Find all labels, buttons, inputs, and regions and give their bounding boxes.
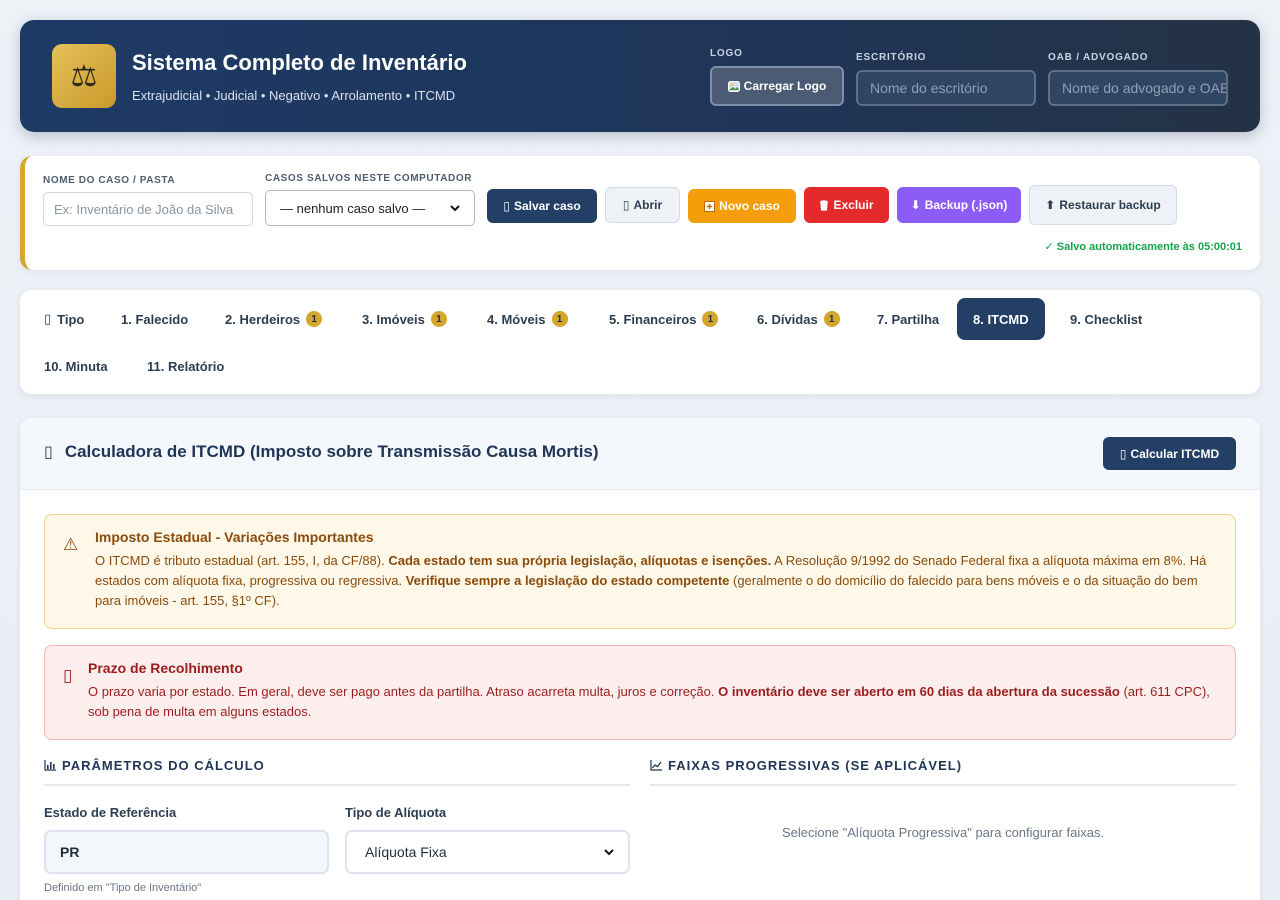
save-case-button[interactable]: ▯ Salvar caso	[487, 189, 597, 223]
logo-label: LOGO	[710, 48, 743, 59]
load-logo-label: Carregar Logo	[743, 79, 827, 93]
clock-icon: ▯	[63, 666, 73, 685]
chevron-down-icon	[450, 204, 460, 211]
chevron-down-icon	[604, 848, 614, 855]
image-icon	[727, 80, 740, 92]
calculator-icon: ▯	[44, 444, 53, 461]
panel-title: ▯ Calculadora de ITCMD (Imposto sobre Tr…	[44, 442, 599, 462]
folder-icon: ▯	[622, 198, 630, 212]
count-badge: 1	[430, 311, 447, 327]
office-input[interactable]: Nome do escritório	[856, 70, 1036, 106]
autosave-status: ✓ Salvo automaticamente às 05:00:01	[1044, 241, 1242, 253]
saved-cases-select[interactable]: — nenhum caso salvo —	[265, 190, 475, 226]
count-badge: 1	[823, 311, 840, 327]
delete-case-label: Excluir	[833, 198, 874, 212]
state-label: Estado de Referência	[44, 805, 177, 820]
count-badge: 1	[306, 311, 323, 327]
ranges-heading: FAIXAS PROGRESSIVAS (SE APLICÁVEL)	[650, 758, 1236, 786]
open-case-label: Abrir	[633, 198, 663, 212]
saved-cases-value: — nenhum caso salvo —	[280, 200, 426, 216]
tab-itcmd[interactable]: 8. ITCMD	[957, 298, 1045, 340]
tab-label: 9. Checklist	[1070, 311, 1143, 327]
new-case-button[interactable]: Novo caso	[688, 189, 796, 223]
tab-label: 1. Falecido	[121, 311, 189, 327]
office-label: ESCRITÓRIO	[856, 52, 927, 63]
load-logo-button[interactable]: Carregar Logo	[710, 66, 844, 106]
restore-backup-label: Restaurar backup	[1059, 198, 1161, 212]
tab-relatorio[interactable]: 11. Relatório	[131, 345, 240, 387]
tab-label: 7. Partilha	[877, 311, 940, 327]
delete-case-button[interactable]: Excluir	[804, 187, 889, 223]
new-case-label: Novo caso	[719, 199, 780, 213]
calculator-small-icon: ▯	[1119, 446, 1127, 461]
case-name-input[interactable]: Ex: Inventário de João da Silva	[43, 192, 253, 226]
warning-title: Imposto Estadual - Variações Importantes	[95, 529, 374, 545]
tab-label: 8. ITCMD	[973, 311, 1029, 327]
oab-label: OAB / ADVOGADO	[1048, 52, 1149, 63]
params-heading-text: PARÂMETROS DO CÁLCULO	[62, 758, 265, 773]
tab-tipo[interactable]: ▯ Tipo	[28, 298, 100, 340]
tab-label: 3. Imóveis	[362, 311, 425, 327]
warning-icon: ⚠	[63, 535, 79, 554]
rate-type-label: Tipo de Alíquota	[345, 805, 447, 820]
case-name-label: NOME DO CASO / PASTA	[43, 175, 176, 186]
tab-checklist[interactable]: 9. Checklist	[1054, 298, 1158, 340]
ranges-heading-text: FAIXAS PROGRESSIVAS (SE APLICÁVEL)	[668, 758, 963, 773]
warning-text: O ITCMD é tributo estadual (art. 155, I,…	[95, 553, 1207, 608]
panel-title-text: Calculadora de ITCMD (Imposto sobre Tran…	[64, 442, 599, 461]
calculate-label: Calcular ITCMD	[1130, 446, 1220, 461]
deadline-title: Prazo de Recolhimento	[88, 660, 243, 676]
deadline-text: O prazo varia por estado. Em geral, deve…	[88, 684, 1210, 719]
tab-partilha[interactable]: 7. Partilha	[861, 298, 955, 340]
panel-header: ▯ Calculadora de ITCMD (Imposto sobre Tr…	[20, 418, 1260, 490]
tab-falecido[interactable]: 1. Falecido	[105, 298, 204, 340]
tab-label: 5. Financeiros	[609, 311, 697, 327]
tab-label: 6. Dívidas	[757, 311, 818, 327]
restore-backup-button[interactable]: ⬆ Restaurar backup	[1029, 185, 1177, 225]
state-hint: Definido em "Tipo de Inventário"	[44, 882, 202, 894]
app-header: ⚖ Sistema Completo de Inventário Extraju…	[20, 20, 1260, 132]
new-document-icon	[704, 200, 716, 212]
tab-herdeiros[interactable]: 2. Herdeiros 1	[209, 298, 338, 340]
state-tax-warning: ⚠ Imposto Estadual - Variações Important…	[44, 514, 1236, 629]
app-title: Sistema Completo de Inventário	[132, 50, 467, 75]
tipo-icon: ▯	[44, 311, 52, 326]
state-field: PR	[44, 830, 329, 874]
rate-type-value: Alíquota Fixa	[365, 844, 447, 860]
scales-logo-icon: ⚖	[52, 44, 116, 108]
bar-chart-icon	[44, 760, 56, 771]
calculate-itcmd-button[interactable]: ▯ Calcular ITCMD	[1103, 437, 1236, 470]
rate-type-select[interactable]: Alíquota Fixa	[345, 830, 630, 874]
tab-imoveis[interactable]: 3. Imóveis 1	[346, 298, 463, 340]
tab-label: 11. Relatório	[147, 358, 225, 374]
tab-moveis[interactable]: 4. Móveis 1	[471, 298, 584, 340]
download-icon: ⬇	[910, 198, 921, 212]
backup-label: Backup (.json)	[924, 198, 1008, 212]
deadline-alert: ▯ Prazo de Recolhimento O prazo varia po…	[44, 645, 1236, 740]
tab-label: Tipo	[57, 311, 85, 327]
itcmd-panel: ▯ Calculadora de ITCMD (Imposto sobre Tr…	[20, 418, 1260, 900]
tab-label: 10. Minuta	[44, 358, 108, 374]
open-case-button[interactable]: ▯ Abrir	[605, 187, 680, 223]
line-chart-icon	[650, 760, 662, 771]
trash-icon	[820, 199, 829, 211]
upload-icon: ⬆	[1045, 198, 1056, 212]
ranges-empty-message: Selecione "Alíquota Progressiva" para co…	[781, 825, 1105, 840]
backup-button[interactable]: ⬇ Backup (.json)	[897, 187, 1021, 223]
tab-financeiros[interactable]: 5. Financeiros 1	[593, 298, 734, 340]
saved-cases-label: CASOS SALVOS NESTE COMPUTADOR	[265, 173, 473, 184]
tab-label: 2. Herdeiros	[225, 311, 301, 327]
tab-label: 4. Móveis	[487, 311, 546, 327]
oab-input[interactable]: Nome do advogado e OAB	[1048, 70, 1228, 106]
tab-minuta[interactable]: 10. Minuta	[28, 345, 124, 387]
save-icon: ▯	[503, 199, 510, 213]
tab-bar: ▯ Tipo 1. Falecido 2. Herdeiros 1 3. Imó…	[20, 290, 1260, 394]
case-bar: NOME DO CASO / PASTA Ex: Inventário de J…	[20, 156, 1260, 270]
app-subtitle: Extrajudicial • Judicial • Negativo • Ar…	[132, 88, 456, 103]
tab-dividas[interactable]: 6. Dívidas 1	[741, 298, 856, 340]
save-case-label: Salvar caso	[513, 199, 581, 213]
params-heading: PARÂMETROS DO CÁLCULO	[44, 758, 630, 786]
count-badge: 1	[702, 311, 719, 327]
count-badge: 1	[551, 311, 568, 327]
